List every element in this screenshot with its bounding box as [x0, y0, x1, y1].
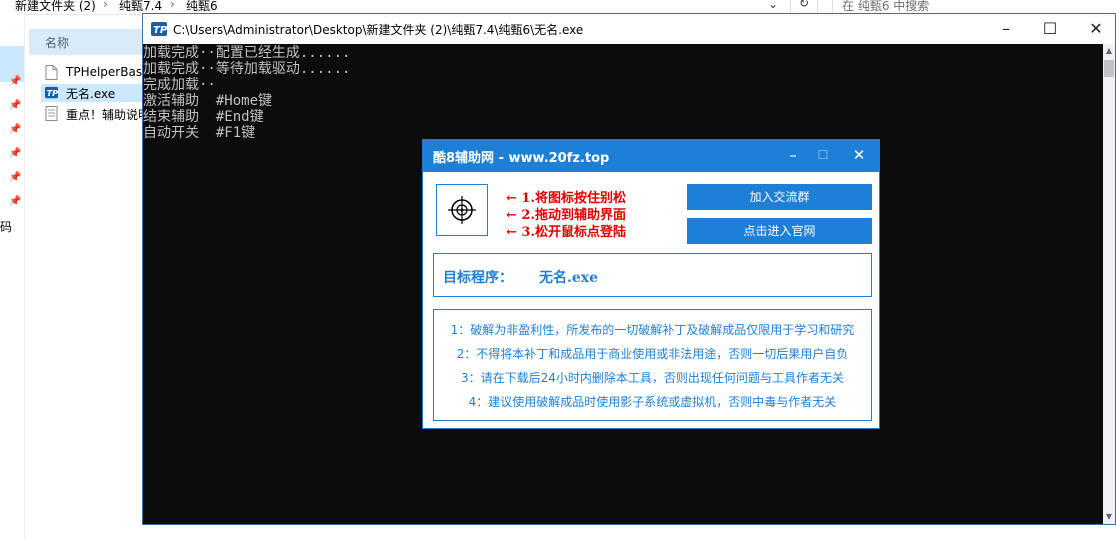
chevron-down-icon[interactable]: ⌄: [768, 0, 778, 11]
console-line: 加载完成··等待加载驱动......: [143, 61, 351, 77]
dialog-title: 酷8辅助网 - www.20fz.top: [433, 151, 610, 166]
file-name: 无名.exe: [66, 87, 116, 101]
chevron-right-icon: ›: [0, 0, 1, 11]
scroll-down-icon[interactable]: ▼: [1103, 510, 1115, 524]
pin-icon[interactable]: 📌: [9, 76, 21, 87]
breadcrumb-item[interactable]: 纯甄6: [186, 0, 218, 14]
console-line: 自动开关 #F1键: [143, 125, 256, 141]
file-item-selected[interactable]: TP 无名.exe: [41, 84, 144, 102]
console-title-bar[interactable]: TP C:\Users\Administrator\Desktop\新建文件夹 …: [143, 14, 1115, 44]
close-icon[interactable]: ✕: [1073, 14, 1116, 44]
join-group-button[interactable]: 加入交流群: [687, 184, 872, 210]
app-icon: TP: [151, 22, 167, 36]
breadcrumb-item[interactable]: 新建文件夹 (2): [15, 0, 96, 14]
target-program-label: 目标程序：: [443, 270, 513, 286]
console-output: 加载完成··配置已经生成...... 加载完成··等待加载驱动...... 完成加载…: [143, 45, 350, 141]
file-item[interactable]: 重点！辅助说明: [45, 105, 145, 123]
file-icon: [45, 65, 58, 80]
chevron-right-icon: ›: [103, 0, 108, 11]
scroll-up-icon[interactable]: ▲: [1103, 44, 1115, 58]
disclaimer-line: 1：破解为非盈利性，所发布的一切破解补丁及破解成品仅限用于学习和研究: [450, 323, 855, 337]
console-title: C:\Users\Administrator\Desktop\新建文件夹 (2)…: [173, 23, 584, 37]
instruction-step: ← 3.松开鼠标点登陆: [506, 225, 626, 240]
pin-icon[interactable]: 📌: [9, 100, 21, 111]
nav-item-label[interactable]: 源码: [0, 218, 12, 235]
maximize-icon[interactable]: ☐: [1027, 14, 1073, 44]
pin-icon[interactable]: 📌: [9, 148, 21, 159]
crosshair-drag-target[interactable]: [436, 184, 488, 236]
dialog-body: ← 1.将图标按住别松 ← 2.拖动到辅助界面 ← 3.松开鼠标点登陆 加入交流…: [423, 172, 879, 428]
target-program-value: 无名.exe: [539, 270, 599, 286]
helper-dialog: 酷8辅助网 - www.20fz.top – ☐ ✕ ← 1.将图标按住别松 ←…: [422, 139, 880, 429]
official-site-button[interactable]: 点击进入官网: [687, 218, 872, 244]
pin-icon[interactable]: 📌: [9, 196, 21, 207]
column-header-label: 名称: [45, 36, 70, 50]
minimize-icon[interactable]: –: [782, 144, 804, 166]
disclaimer-line: 2：不得将本补丁和成品用于商业使用或非法用途，否则一切后果用户自负: [456, 347, 849, 361]
search-input[interactable]: 在 纯甄6 中搜索: [832, 0, 1116, 14]
scroll-thumb[interactable]: [1104, 60, 1114, 77]
disclaimer-line: 3：请在下载后24小时内删除本工具，否则出现任何问题与工具作者无关: [461, 371, 844, 385]
console-line: 结束辅助 #End键: [143, 109, 264, 125]
text-file-icon: [45, 106, 58, 121]
search-placeholder: 在 纯甄6 中搜索: [842, 0, 930, 13]
file-item[interactable]: TPHelperBase: [45, 64, 145, 82]
exe-icon: TP: [45, 86, 58, 99]
chevron-right-icon: ›: [170, 0, 175, 11]
navigation-pane: 📌 📌 📌 📌 📌 📌 源码: [0, 14, 25, 539]
console-line: 激活辅助 #Home键: [143, 93, 273, 109]
crosshair-icon: [448, 196, 476, 224]
column-header-name[interactable]: 名称: [29, 29, 144, 55]
svg-text:TP: TP: [47, 88, 58, 98]
console-line: 加载完成··配置已经生成......: [143, 45, 351, 61]
scrollbar[interactable]: ▲ ▼: [1103, 44, 1115, 524]
disclaimer-box: 1：破解为非盈利性，所发布的一切破解补丁及破解成品仅限用于学习和研究 2：不得将…: [433, 309, 872, 421]
svg-text:TP: TP: [153, 25, 167, 36]
breadcrumb-item[interactable]: 纯甄7.4: [119, 0, 162, 14]
disclaimer-line: 4：建议使用破解成品时使用影子系统或虚拟机，否则中毒与作者无关: [468, 395, 837, 409]
close-icon[interactable]: ✕: [848, 144, 870, 166]
target-program-box: 目标程序： 无名.exe: [433, 253, 872, 297]
pin-icon[interactable]: 📌: [9, 124, 21, 135]
pin-icon[interactable]: 📌: [9, 172, 21, 183]
maximize-icon[interactable]: ☐: [812, 144, 834, 166]
file-name: 重点！辅助说明: [66, 108, 145, 122]
refresh-icon[interactable]: ↻: [790, 0, 818, 14]
minimize-icon[interactable]: –: [983, 14, 1029, 44]
file-name: TPHelperBase: [66, 65, 145, 79]
console-line: 完成加载··: [143, 77, 216, 93]
